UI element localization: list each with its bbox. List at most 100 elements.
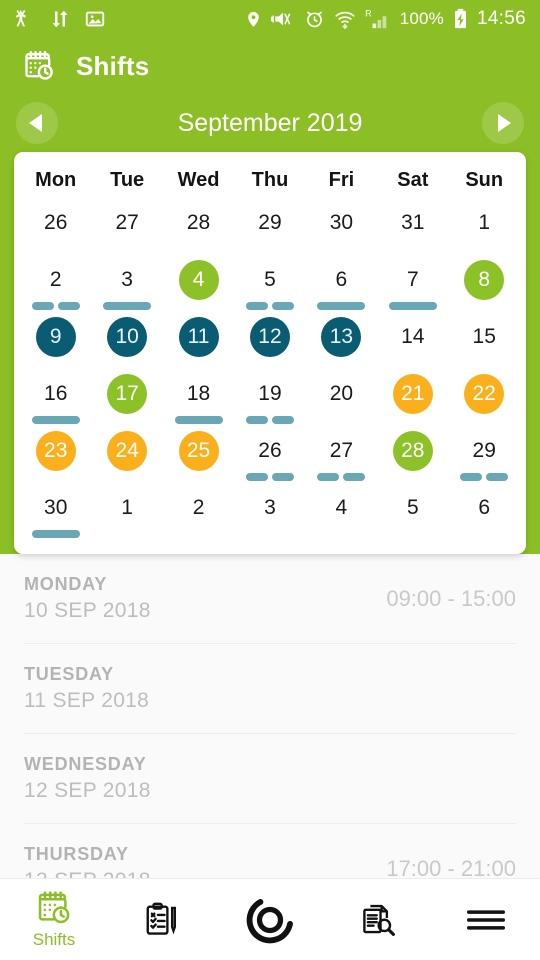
shift-date-block: MONDAY 10 SEP 2018 [24,574,151,623]
calendar-day-cell[interactable]: 3 [91,255,162,312]
calendar-day-cell[interactable]: 1 [91,483,162,540]
calendar-day-number: 6 [335,268,348,291]
calendar-day-cell[interactable]: 2 [20,255,91,312]
calendar-day-cell[interactable]: 10 [91,312,162,369]
calendar-day-cell[interactable]: 25 [163,426,234,483]
calendar-day-number: 9 [35,317,76,357]
shift-marker [271,416,294,424]
calendar-week-row: 30 1 2 3 4 5 6 [20,483,520,540]
calendar-day-number: 15 [472,325,496,348]
calendar-day-number: 3 [121,268,133,291]
next-month-button[interactable] [482,102,524,144]
calendar-day-number: 2 [192,496,205,519]
chevron-right-icon [498,114,511,132]
calendar-day-cell[interactable]: 8 [449,255,520,312]
calendar-grid: 26 27 28 29 30 31 1 2 3 4 5 6 7 8 9 10 11 12 13 14 15 16 17 18 1… [20,198,520,540]
calendar-day-cell[interactable]: 5 [377,483,448,540]
calendar-day-cell[interactable]: 18 [163,369,234,426]
calendar-day-cell[interactable]: 22 [449,369,520,426]
calendar-day-cell[interactable]: 2 [163,483,234,540]
calendar-day-cell[interactable]: 4 [163,255,234,312]
calendar-day-markers [460,473,509,481]
calendar-day-cell[interactable]: 27 [306,426,377,483]
calendar-day-cell[interactable]: 29 [449,426,520,483]
shift-marker [486,473,509,481]
status-bar-right-icons: R 100% 14:56 [245,8,526,30]
shift-marker [245,473,268,481]
calendar-day-cell[interactable]: 5 [234,255,305,312]
nav-item-shifts[interactable]: Shifts [0,879,108,960]
shift-list-item[interactable]: MONDAY 10 SEP 2018 09:00 - 15:00 [24,554,516,644]
calendar-day-number: 19 [258,382,282,405]
calendar-day-number: 27 [115,211,139,234]
shift-list-item[interactable]: WEDNESDAY 12 SEP 2018 [24,734,516,824]
calendar-day-cell[interactable]: 13 [306,312,377,369]
calendar-day-cell[interactable]: 21 [377,369,448,426]
calendar-day-cell[interactable]: 19 [234,369,305,426]
calendar-day-cell[interactable]: 26 [20,198,91,255]
calendar-day-cell[interactable]: 28 [163,198,234,255]
calendar-day-number: 31 [401,211,425,234]
page-title: Shifts [76,50,150,81]
shift-marker [103,302,152,310]
nav-item-tasks[interactable] [108,879,216,960]
prev-month-button[interactable] [16,102,58,144]
calendar-day-cell[interactable]: 20 [306,369,377,426]
calendar-day-cell[interactable]: 15 [449,312,520,369]
month-label: September 2019 [177,108,363,137]
calendar-day-cell[interactable]: 29 [234,198,305,255]
calendar-day-cell[interactable]: 1 [449,198,520,255]
calendar-day-number: 1 [478,211,491,234]
calendar-day-cell[interactable]: 6 [306,255,377,312]
calendar-day-number: 30 [44,496,68,519]
calendar-day-cell[interactable]: 30 [306,198,377,255]
calendar-day-cell[interactable]: 7 [377,255,448,312]
calendar-day-cell[interactable]: 9 [20,312,91,369]
calendar-day-markers [31,416,80,424]
calendar-day-markers [174,416,223,424]
nav-item-logo[interactable] [216,879,324,960]
circle-logo-icon [246,898,293,943]
weekday-header-fri: Fri [328,169,355,191]
status-bar-left-icons [14,8,106,30]
calendar-day-cell[interactable]: 4 [306,483,377,540]
calendar-day-cell[interactable]: 27 [91,198,162,255]
calendar-week-row: 23 24 25 26 27 28 29 [20,426,520,483]
calendar-day-cell[interactable]: 30 [20,483,91,540]
calendar-day-cell[interactable]: 12 [234,312,305,369]
calendar-day-markers [31,302,80,310]
calendar-day-markers [31,530,80,538]
calendar-day-cell[interactable]: 6 [449,483,520,540]
calendar-day-cell[interactable]: 11 [163,312,234,369]
shift-list-item[interactable]: TUESDAY 11 SEP 2018 [24,644,516,734]
calendar-day-number: 2 [49,268,62,291]
calendar-day-number: 28 [392,431,433,471]
calendar-day-cell[interactable]: 16 [20,369,91,426]
weekday-header-mon: Mon [35,169,77,191]
calendar-day-markers [317,302,366,310]
calendar-day-cell[interactable]: 23 [20,426,91,483]
shift-marker [174,416,223,424]
weekday-header-sat: Sat [397,169,429,191]
calendar-day-cell[interactable]: 17 [91,369,162,426]
calendar-day-number: 13 [321,317,362,357]
app-notification-icon [15,9,26,27]
alarm-icon [306,11,322,28]
calendar-day-number: 4 [178,260,219,300]
shift-weekday: TUESDAY [24,664,114,684]
calendar-day-markers [388,302,437,310]
calendar-day-cell[interactable]: 24 [91,426,162,483]
calendar-week-row: 16 17 18 19 20 21 22 [20,369,520,426]
calendar-week-row: 9 10 11 12 13 14 15 [20,312,520,369]
nav-item-reports[interactable] [324,879,432,960]
calendar-day-cell[interactable]: 28 [377,426,448,483]
calendar-day-markers [317,473,366,481]
calendar-day-cell[interactable]: 31 [377,198,448,255]
nav-item-menu[interactable] [432,879,540,960]
shift-marker [245,302,268,310]
calendar-day-cell[interactable]: 14 [377,312,448,369]
calendar-day-number: 30 [329,211,354,234]
calendar-day-cell[interactable]: 3 [234,483,305,540]
calendar-day-cell[interactable]: 26 [234,426,305,483]
shift-time-range: 09:00 - 15:00 [386,585,516,611]
